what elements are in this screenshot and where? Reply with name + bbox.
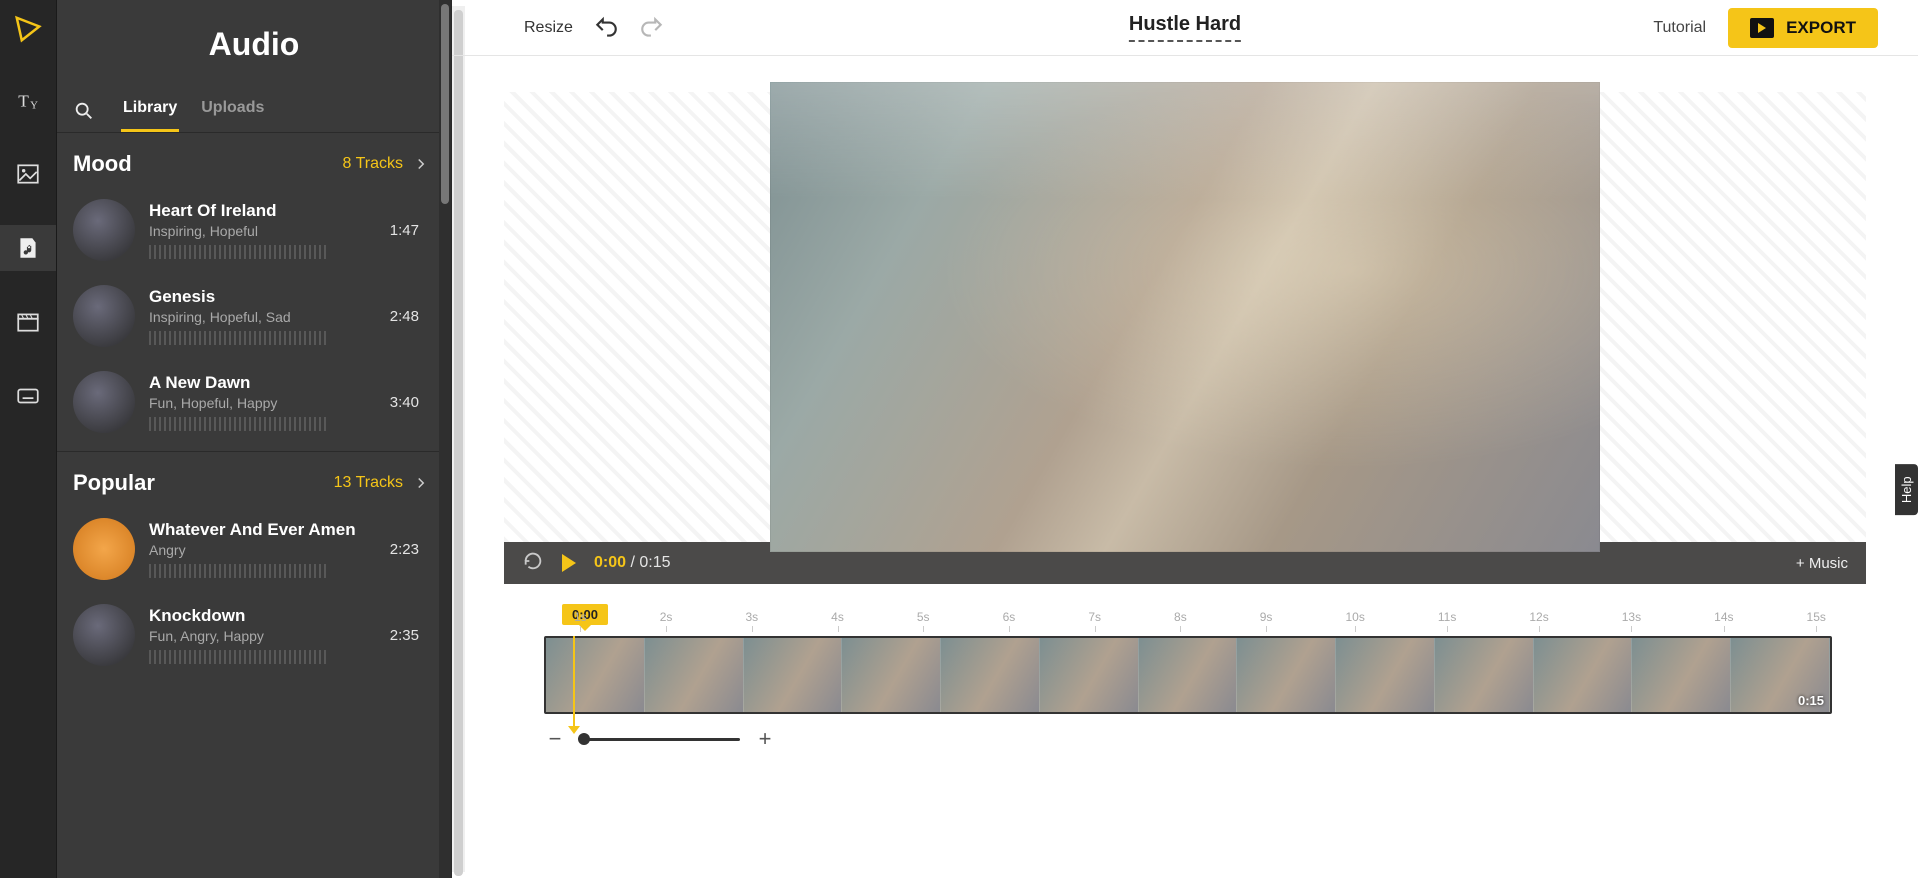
track-thumb xyxy=(73,285,135,347)
track-title: A New Dawn xyxy=(149,373,376,393)
loop-button[interactable] xyxy=(522,550,544,577)
waveform-icon xyxy=(149,564,329,578)
rail-clapper-icon[interactable] xyxy=(0,299,56,345)
track-info: Knockdown Fun, Angry, Happy xyxy=(149,606,376,664)
track-duration: 2:23 xyxy=(390,541,435,558)
search-icon[interactable] xyxy=(73,100,95,122)
section-count: 8 Tracks xyxy=(343,155,403,173)
track-info: A New Dawn Fun, Hopeful, Happy xyxy=(149,373,376,431)
play-icon xyxy=(1750,18,1774,38)
track-tags: Fun, Hopeful, Happy xyxy=(149,395,376,411)
rail-audio-icon[interactable] xyxy=(0,225,56,271)
zoom-out-button[interactable]: − xyxy=(544,728,566,750)
stage-wrap: 0:00 / 0:15 + Music 0:00 1s 2s 3s 4s 5s … xyxy=(452,56,1918,878)
topbar: Resize Hustle Hard Tutorial EXPORT xyxy=(452,0,1918,56)
track-title: Knockdown xyxy=(149,606,376,626)
track-duration: 2:48 xyxy=(390,308,435,325)
undo-button[interactable] xyxy=(593,15,619,41)
chevron-right-icon xyxy=(415,477,427,489)
redo-button[interactable] xyxy=(639,15,665,41)
sidebar-panel: Audio Library Uploads Mood 8 Tracks Hear… xyxy=(57,0,452,878)
playhead-line[interactable] xyxy=(573,636,575,728)
zoom-slider[interactable] xyxy=(580,738,740,741)
track-thumb xyxy=(73,604,135,666)
track-item[interactable]: Heart Of Ireland Inspiring, Hopeful 1:47 xyxy=(73,187,435,273)
track-title: Genesis xyxy=(149,287,376,307)
track-duration: 2:35 xyxy=(390,627,435,644)
panel-tabs: Library Uploads xyxy=(57,81,451,133)
waveform-icon xyxy=(149,417,329,431)
time-current: 0:00 xyxy=(594,554,626,571)
track-title: Whatever And Ever Amen xyxy=(149,520,376,540)
tab-library[interactable]: Library xyxy=(121,89,179,132)
svg-text:Y: Y xyxy=(30,100,38,112)
rail-text-icon[interactable]: TY xyxy=(0,77,56,123)
app-rail: TY xyxy=(0,0,57,878)
track-thumb xyxy=(73,518,135,580)
time-ruler[interactable]: 1s 2s 3s 4s 5s 6s 7s 8s 9s 10s 11s 12s 1… xyxy=(574,610,1826,624)
clip-strip[interactable]: 0:15 xyxy=(544,636,1832,714)
help-tab[interactable]: Help xyxy=(1895,464,1918,515)
track-thumb xyxy=(73,199,135,261)
section-count: 13 Tracks xyxy=(334,474,403,492)
section-mood: Mood 8 Tracks Heart Of Ireland Inspiring… xyxy=(57,133,451,445)
waveform-icon xyxy=(149,331,329,345)
tutorial-link[interactable]: Tutorial xyxy=(1653,19,1706,37)
track-info: Genesis Inspiring, Hopeful, Sad xyxy=(149,287,376,345)
section-popular-header[interactable]: Popular 13 Tracks xyxy=(73,470,435,496)
track-item[interactable]: A New Dawn Fun, Hopeful, Happy 3:40 xyxy=(73,359,435,445)
sidebar-scrollbar[interactable] xyxy=(439,0,451,878)
track-info: Whatever And Ever Amen Angry xyxy=(149,520,376,578)
svg-text:T: T xyxy=(18,92,29,111)
export-label: EXPORT xyxy=(1786,18,1856,38)
track-tags: Fun, Angry, Happy xyxy=(149,628,376,644)
tab-uploads[interactable]: Uploads xyxy=(199,89,266,132)
project-title[interactable]: Hustle Hard xyxy=(1129,13,1241,42)
main-scrollbar[interactable] xyxy=(452,6,465,872)
time-display: 0:00 / 0:15 xyxy=(594,554,671,572)
track-item[interactable]: Knockdown Fun, Angry, Happy 2:35 xyxy=(73,592,435,678)
time-total: 0:15 xyxy=(639,554,670,571)
rail-caption-icon[interactable] xyxy=(0,373,56,419)
track-thumb xyxy=(73,371,135,433)
section-title: Mood xyxy=(73,151,132,177)
zoom-in-button[interactable]: + xyxy=(754,728,776,750)
track-item[interactable]: Genesis Inspiring, Hopeful, Sad 2:48 xyxy=(73,273,435,359)
app-logo xyxy=(13,14,43,49)
track-info: Heart Of Ireland Inspiring, Hopeful xyxy=(149,201,376,259)
editor-main: Resize Hustle Hard Tutorial EXPORT 0:00 xyxy=(452,0,1918,878)
track-tags: Angry xyxy=(149,542,376,558)
track-tags: Inspiring, Hopeful xyxy=(149,223,376,239)
track-tags: Inspiring, Hopeful, Sad xyxy=(149,309,376,325)
track-duration: 1:47 xyxy=(390,222,435,239)
zoom-control: − + xyxy=(544,728,1832,750)
chevron-right-icon xyxy=(415,158,427,170)
panel-title: Audio xyxy=(57,0,451,81)
waveform-icon xyxy=(149,245,329,259)
timeline: 0:00 1s 2s 3s 4s 5s 6s 7s 8s 9s 10s 11s … xyxy=(504,584,1866,760)
add-music-button[interactable]: + Music xyxy=(1796,555,1848,572)
video-preview[interactable] xyxy=(770,82,1600,552)
video-stage xyxy=(504,92,1866,542)
resize-button[interactable]: Resize xyxy=(524,19,573,37)
export-button[interactable]: EXPORT xyxy=(1728,8,1878,48)
track-item[interactable]: Whatever And Ever Amen Angry 2:23 xyxy=(73,506,435,592)
waveform-icon xyxy=(149,650,329,664)
section-popular: Popular 13 Tracks Whatever And Ever Amen… xyxy=(57,452,451,678)
track-duration: 3:40 xyxy=(390,394,435,411)
clip-duration: 0:15 xyxy=(1798,693,1824,708)
play-button[interactable] xyxy=(562,554,576,572)
track-title: Heart Of Ireland xyxy=(149,201,376,221)
section-mood-header[interactable]: Mood 8 Tracks xyxy=(73,151,435,177)
rail-image-icon[interactable] xyxy=(0,151,56,197)
section-title: Popular xyxy=(73,470,155,496)
